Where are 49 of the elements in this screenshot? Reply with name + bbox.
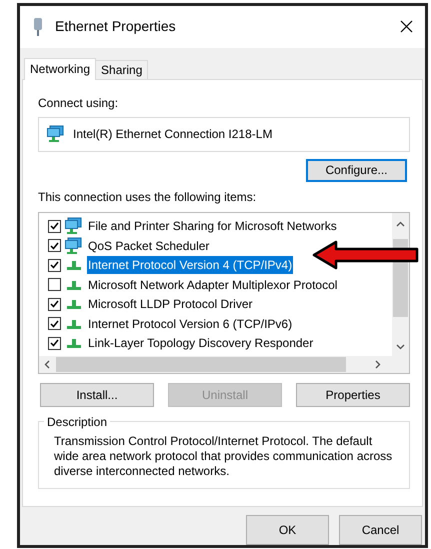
description-text: Transmission Control Protocol/Internet Protocol. The default wide area network protocol that provides communication across diverse interconnected networks.	[54, 434, 394, 479]
connect-using-label: Connect using:	[38, 94, 120, 112]
network-stand-icon	[65, 337, 83, 350]
items-label: This connection uses the following items:	[38, 188, 258, 206]
chevron-right-icon	[375, 360, 381, 369]
chevron-down-icon	[396, 344, 405, 350]
tab[interactable]: Networking	[24, 58, 96, 80]
checkmark-icon	[50, 242, 59, 250]
checkmark-icon	[50, 300, 59, 308]
list-item[interactable]: Internet Protocol Version 4 (TCP/IPv4)	[87, 256, 294, 274]
monitor-icon	[65, 236, 83, 255]
list-item[interactable]: Microsoft LLDP Protocol Driver	[87, 295, 254, 314]
network-stand-icon	[65, 298, 83, 310]
monitor-icon	[47, 125, 65, 144]
list-item[interactable]: Microsoft Network Adapter Multiplexor Protocol	[87, 276, 338, 294]
adapter-field: Intel(R) Ethernet Connection I218-LM	[38, 116, 410, 152]
action-button[interactable]: Install...	[40, 382, 154, 407]
configure-button[interactable]: Configure...	[306, 158, 407, 182]
checkbox[interactable]	[48, 220, 61, 233]
dialog-button[interactable]: OK	[246, 515, 329, 545]
chevron-up-icon	[396, 220, 405, 227]
list-item[interactable]: Internet Protocol Version 6 (TCP/IPv6)	[87, 314, 294, 333]
checkmark-icon	[50, 320, 59, 328]
checkbox[interactable]	[48, 278, 61, 292]
checkmark-icon	[50, 261, 59, 270]
checkbox[interactable]	[48, 258, 61, 272]
action-button[interactable]: Properties	[296, 382, 410, 407]
window-title: Ethernet Properties	[55, 17, 176, 36]
vertical-scrollbar[interactable]	[392, 212, 409, 356]
checkbox[interactable]	[48, 336, 61, 350]
checkbox[interactable]	[48, 317, 61, 330]
checkmark-icon	[50, 339, 59, 348]
network-stand-icon	[65, 278, 83, 291]
plug-icon	[33, 18, 43, 36]
network-stand-icon	[65, 318, 83, 330]
list-item[interactable]: File and Printer Sharing for Microsoft Networks	[87, 217, 338, 236]
checkbox[interactable]	[48, 298, 61, 311]
list-item[interactable]: Link-Layer Topology Discovery Responder	[87, 334, 314, 352]
chevron-left-icon	[44, 360, 50, 369]
network-stand-icon	[65, 259, 83, 272]
list-item[interactable]: QoS Packet Scheduler	[87, 236, 210, 255]
dialog-button[interactable]: Cancel	[339, 515, 422, 545]
horizontal-scrollbar[interactable]	[39, 356, 409, 373]
checkmark-icon	[50, 222, 59, 230]
checkbox[interactable]	[48, 239, 61, 252]
close-icon	[400, 20, 412, 34]
tab[interactable]: Sharing	[96, 60, 148, 79]
scroll-thumb[interactable]	[56, 356, 346, 372]
monitor-icon	[65, 217, 83, 236]
